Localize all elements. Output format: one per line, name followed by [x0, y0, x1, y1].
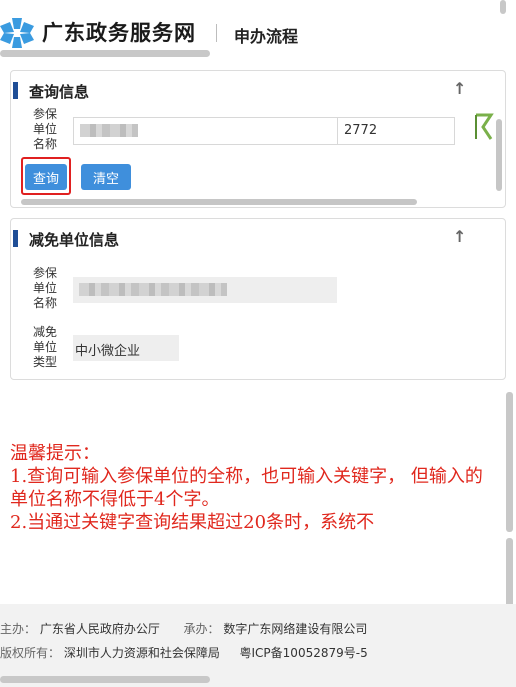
label-line: 单位: [33, 340, 58, 354]
label-line: 参保: [33, 107, 58, 121]
flag-icon: [475, 113, 494, 140]
unit-name-input[interactable]: [73, 117, 339, 145]
page-vertical-scrollbar[interactable]: [506, 392, 513, 532]
label-line: 减免: [33, 325, 58, 339]
query-info-panel: 查询信息 ↑ 参保 单位 名称 2772 查询 清空: [10, 70, 506, 208]
query-panel-header: 查询信息 ↑: [11, 79, 505, 101]
label-line: 参保: [33, 266, 58, 280]
relief-panel-title: 减免单位信息: [29, 231, 120, 249]
unit-name-input-overflow[interactable]: 2772: [337, 117, 455, 145]
horizontal-scrollbar-top[interactable]: [0, 50, 210, 57]
unit-name-label: 参保 单位 名称: [33, 107, 63, 152]
footer-line-copyright: 版权所有： 深圳市人力资源和社会保障局 粤ICP备10052879号-5: [0, 644, 368, 661]
page: 广东政务服务网 申办流程 查询信息 ↑ 参保 单位 名称 2772 查询 清空: [0, 0, 516, 687]
tips-line-1: 1.查询可输入参保单位的全称，也可输入关键字， 但输入的单位名称不得低于4个字。: [10, 466, 483, 510]
relief-unit-type-label: 减免 单位 类型: [33, 325, 63, 370]
redacted-text: [79, 283, 227, 296]
label-line: 单位: [33, 281, 58, 295]
tips-heading: 温馨提示：: [10, 443, 100, 464]
tips-line-2: 2.当通过关键字查询结果超过20条时，系统不: [10, 512, 375, 532]
title-accent-bar: [13, 230, 18, 247]
site-header: 广东政务服务网 申办流程: [0, 0, 516, 58]
label-line: 名称: [33, 137, 58, 151]
label-line: 类型: [33, 355, 58, 369]
page-subtitle: 申办流程: [234, 27, 299, 46]
horizontal-scrollbar-bottom[interactable]: [0, 676, 210, 683]
label-line: 名称: [33, 296, 58, 310]
host-value: 广东省人民政府办公厅: [39, 622, 160, 636]
snowflake-logo-icon[interactable]: [0, 18, 34, 48]
relief-unit-name-value: [73, 277, 337, 303]
redacted-text: [80, 124, 138, 137]
undertake-value: 数字广东网络建设有限公司: [223, 622, 368, 636]
undertake-label: 承办：: [183, 622, 220, 636]
clear-button[interactable]: 清空: [81, 164, 131, 190]
site-title[interactable]: 广东政务服务网: [42, 17, 196, 47]
copyright-label: 版权所有：: [0, 646, 61, 660]
arrow-up-icon[interactable]: ↑: [453, 227, 466, 246]
query-panel-title: 查询信息: [29, 83, 90, 101]
panel-vertical-scrollbar[interactable]: [496, 119, 502, 191]
relief-unit-type-value: 中小微企业: [73, 335, 179, 361]
relief-panel-header: 减免单位信息 ↑: [11, 227, 505, 249]
unit-name-value-suffix: 2772: [344, 123, 378, 138]
header-divider: [216, 24, 217, 42]
search-button[interactable]: 查询: [25, 164, 67, 190]
label-line: 单位: [33, 122, 58, 136]
panel-horizontal-scrollbar[interactable]: [21, 199, 417, 205]
footer-line-host: 主办： 广东省人民政府办公厅 承办： 数字广东网络建设有限公司: [0, 620, 367, 637]
title-accent-bar: [13, 82, 18, 99]
arrow-up-icon[interactable]: ↑: [453, 79, 466, 98]
site-footer: 主办： 广东省人民政府办公厅 承办： 数字广东网络建设有限公司 版权所有： 深圳…: [0, 604, 516, 687]
relief-unit-panel: 减免单位信息 ↑ 参保 单位 名称 减免 单位 类型 中小微企业: [10, 218, 506, 380]
icp-link[interactable]: 粤ICP备10052879号-5: [240, 646, 368, 660]
relief-unit-name-label: 参保 单位 名称: [33, 266, 63, 311]
host-label: 主办：: [0, 622, 37, 636]
vertical-scrollbar-top[interactable]: [500, 0, 506, 14]
tips-section: 温馨提示： 1.查询可输入参保单位的全称，也可输入关键字， 但输入的单位名称不得…: [10, 442, 494, 532]
copyright-value: 深圳市人力资源和社会保障局: [63, 646, 220, 660]
